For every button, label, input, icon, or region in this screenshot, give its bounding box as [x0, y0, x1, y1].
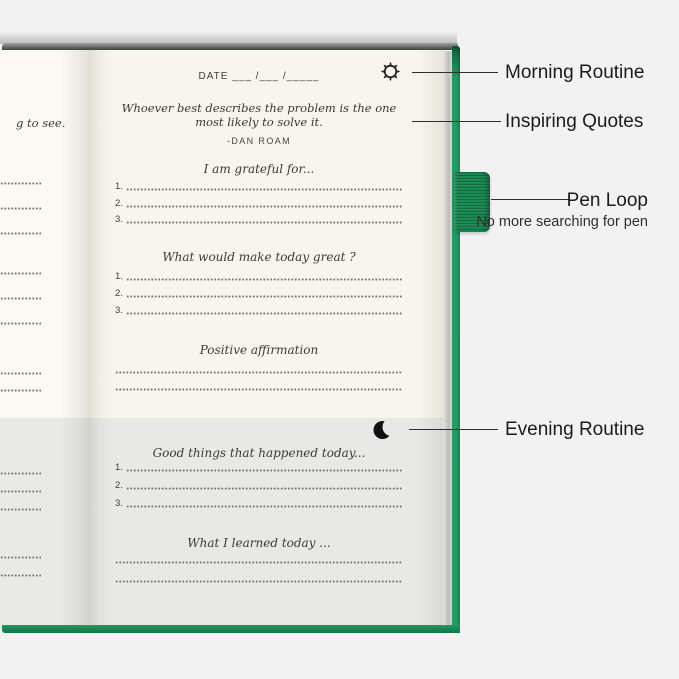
line-number: 2. — [115, 481, 123, 491]
dotted-line — [0, 556, 41, 559]
line-number: 1. — [115, 272, 123, 282]
journal-entry-line: 2. — [115, 288, 403, 299]
journal-entry-line: 2. — [115, 198, 403, 209]
dotted-line — [0, 490, 41, 493]
label-evening-routine: Evening Routine — [505, 418, 644, 441]
dotted-line — [0, 182, 41, 185]
dotted-line — [0, 574, 41, 577]
line-number: 2. — [115, 289, 123, 299]
date-field: DATE ___ /___ /_____ — [115, 71, 403, 82]
dotted-line — [126, 205, 403, 208]
dotted-line — [0, 232, 41, 235]
journal-entry-line: 3. — [115, 214, 403, 225]
green-cover-spine — [452, 46, 460, 633]
left-page: g to see. — [0, 50, 88, 625]
inspiring-quote: Whoever best describes the problem is th… — [115, 102, 403, 129]
annotated-journal-product-image: g to see. DATE ___ /___ /_____ — [0, 0, 679, 679]
section-title-grateful: I am grateful for... — [115, 162, 403, 176]
callout-line-evening — [409, 429, 498, 430]
dotted-line — [126, 221, 403, 224]
journal-entry-line: 1. — [115, 181, 403, 192]
journal-entry-line: 3. — [115, 498, 403, 509]
quote-line-1: Whoever best describes the problem is th… — [115, 102, 403, 116]
section-title-learned: What I learned today ... — [115, 536, 403, 550]
journal-entry-line: 3. — [115, 305, 403, 316]
label-inspiring-quotes: Inspiring Quotes — [505, 110, 643, 133]
dotted-line — [0, 508, 41, 511]
label-morning-routine: Morning Routine — [505, 61, 644, 84]
dotted-line — [0, 272, 41, 275]
dotted-line — [126, 188, 403, 191]
journal-entry-line: 1. — [115, 271, 403, 282]
dotted-line — [0, 372, 41, 375]
line-number: 3. — [115, 499, 123, 509]
dotted-line — [115, 388, 403, 391]
sun-icon — [379, 60, 402, 83]
quote-author: -DAN ROAM — [115, 136, 403, 146]
journal-page: DATE ___ /___ /_____ Whoever best descri… — [88, 50, 443, 625]
callout-line-morning — [412, 72, 498, 73]
quote-line-2: most likely to solve it. — [115, 116, 403, 130]
dotted-line — [115, 561, 403, 564]
section-title-today-great: What would make today great ? — [115, 250, 403, 264]
dotted-line — [115, 580, 403, 583]
callout-line-quotes — [412, 121, 501, 122]
dotted-line — [0, 472, 41, 475]
dotted-line — [126, 295, 403, 298]
dotted-line — [126, 487, 403, 490]
section-title-good-things: Good things that happened today... — [115, 446, 403, 460]
line-number: 1. — [115, 463, 123, 473]
label-pen-loop-subtitle: No more searching for pen — [476, 213, 648, 231]
journal-entry-line: 1. — [115, 462, 403, 473]
dotted-line — [126, 469, 403, 472]
dotted-line — [115, 371, 403, 374]
dotted-line — [0, 207, 41, 210]
book-top-edge — [2, 43, 458, 50]
left-page-quote-fragment: g to see. — [16, 116, 65, 130]
dotted-line — [126, 278, 403, 281]
journal-entry-line: 2. — [115, 480, 403, 491]
label-pen-loop-block: Pen Loop No more searching for pen — [476, 189, 648, 231]
section-title-affirmation: Positive affirmation — [115, 343, 403, 357]
dotted-line — [0, 297, 41, 300]
line-number: 2. — [115, 199, 123, 209]
line-number: 1. — [115, 182, 123, 192]
line-number: 3. — [115, 215, 123, 225]
dotted-line — [126, 505, 403, 508]
dotted-line — [0, 322, 41, 325]
dotted-line — [126, 312, 403, 315]
line-number: 3. — [115, 306, 123, 316]
moon-icon — [372, 419, 394, 441]
dotted-line — [0, 389, 41, 392]
label-pen-loop: Pen Loop — [476, 189, 648, 212]
green-cover-bottom-edge — [2, 625, 460, 633]
